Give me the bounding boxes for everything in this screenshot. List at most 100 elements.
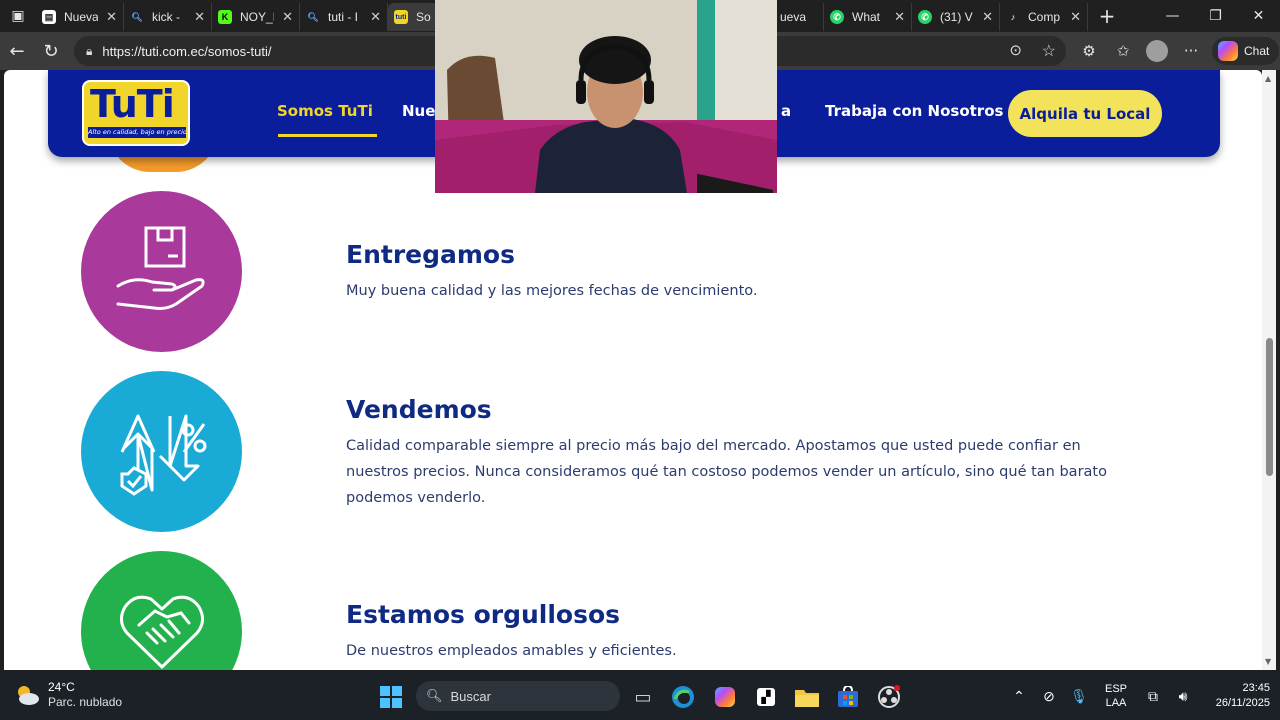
network-icon[interactable]: ⧉ xyxy=(1138,688,1168,705)
tab-2[interactable]: 🔍︎ kick - ✕ xyxy=(124,3,212,31)
notes-app-icon[interactable]: ▞ xyxy=(749,680,783,714)
entregamos-circle xyxy=(81,191,242,352)
profile-icon[interactable] xyxy=(1140,35,1174,67)
page-scrollbar[interactable]: ▲ ▼ xyxy=(1262,70,1276,670)
vendemos-circle xyxy=(81,371,242,532)
copilot-chat-button[interactable]: Chat xyxy=(1212,37,1280,65)
close-icon[interactable]: ✕ xyxy=(106,9,117,25)
favorite-star-icon[interactable]: ☆ xyxy=(1042,41,1056,61)
scroll-down-icon[interactable]: ▼ xyxy=(1265,657,1271,666)
alquila-tu-local-button[interactable]: Alquila tu Local xyxy=(1008,90,1162,137)
tab-6[interactable]: ueva xyxy=(774,3,824,31)
extensions-icon[interactable]: ⚙ xyxy=(1072,35,1106,67)
favorites-icon[interactable]: ✩ xyxy=(1106,35,1140,67)
tab-1[interactable]: ▤ Nueva ✕ xyxy=(36,3,124,31)
copilot-label: Chat xyxy=(1244,44,1270,58)
nav-somos-tuti[interactable]: Somos TuTi xyxy=(277,102,373,120)
tab-7[interactable]: ✆ What ✕ xyxy=(824,3,912,31)
tab-9[interactable]: ♪ Comp ✕ xyxy=(1000,3,1088,31)
tab-4[interactable]: 🔍︎ tuti - I ✕ xyxy=(300,3,388,31)
orgullosos-text: De nuestros empleados amables y eficient… xyxy=(346,643,677,659)
price-arrows-icon xyxy=(120,414,206,496)
window-controls: — ❐ ✕ xyxy=(1151,0,1280,32)
obs-app-icon[interactable] xyxy=(872,680,906,714)
minimize-icon[interactable]: — xyxy=(1151,0,1194,32)
lock-icon[interactable]: 🔒︎ xyxy=(86,44,92,59)
vendemos-text: Calidad comparable siempre al precio más… xyxy=(346,438,1107,506)
tab-title: tuti - I xyxy=(328,10,359,24)
new-tab-button[interactable]: + xyxy=(1092,2,1122,30)
scrollbar-thumb[interactable] xyxy=(1266,338,1273,476)
whatsapp-icon: ✆ xyxy=(918,10,932,24)
orgullosos-title: Estamos orgullosos xyxy=(346,600,621,629)
close-icon[interactable]: ✕ xyxy=(194,9,205,25)
entregamos-title: Entregamos xyxy=(346,240,515,269)
copilot-app-icon[interactable] xyxy=(708,680,742,714)
clock[interactable]: 23:45 26/11/2025 xyxy=(1198,681,1270,711)
tab-title: NOY_I xyxy=(240,10,275,24)
browser-window: ▣ ▤ Nueva ✕ 🔍︎ kick - ✕ K NOY_I ✕ 🔍︎ tut… xyxy=(0,0,1280,720)
nav-hidden-item[interactable]: a xyxy=(781,102,791,120)
language-indicator[interactable]: ESP LAA xyxy=(1094,682,1138,710)
keyboard-layout: LAA xyxy=(1105,697,1127,709)
back-arrow-icon[interactable]: ← xyxy=(0,35,34,67)
tab-title: (31) V xyxy=(940,10,973,24)
file-explorer-icon[interactable] xyxy=(790,680,824,714)
tab-title: kick - xyxy=(152,10,180,24)
language-code: ESP xyxy=(1104,683,1127,695)
avatar xyxy=(1146,40,1168,62)
tuti-favicon: tuti xyxy=(394,10,408,24)
weather-temp: 24°C xyxy=(48,680,75,694)
search-icon: 🔍︎ xyxy=(131,11,143,22)
tab-actions-icon[interactable]: ▣ xyxy=(0,0,36,32)
url-text: https://tuti.com.ec/somos-tuti/ xyxy=(102,43,272,59)
close-window-icon[interactable]: ✕ xyxy=(1237,0,1280,32)
toolbar-right: ⚙ ✩ ··· Chat xyxy=(1072,32,1280,70)
tab-8[interactable]: ✆ (31) V ✕ xyxy=(912,3,1000,31)
microphone-icon[interactable]: 🎙︎ xyxy=(1064,688,1094,705)
close-icon[interactable]: ✕ xyxy=(982,9,993,25)
tab-title: ueva xyxy=(780,10,807,24)
reload-icon[interactable]: ↻ xyxy=(34,35,68,67)
partly-cloudy-icon xyxy=(14,684,40,706)
task-view-icon[interactable]: ▭ xyxy=(626,680,660,714)
tab-3[interactable]: K NOY_I ✕ xyxy=(212,3,300,31)
whatsapp-icon: ✆ xyxy=(830,10,844,24)
clock-date: 26/11/2025 xyxy=(1215,697,1270,709)
vendemos-title: Vendemos xyxy=(346,395,492,424)
logo-word: TuTi xyxy=(90,82,175,126)
kick-icon: K xyxy=(218,10,232,24)
weather-condition: Parc. nublado xyxy=(48,695,123,709)
tab-title: Comp xyxy=(1028,10,1061,24)
tab-title: Nueva xyxy=(64,10,99,24)
edge-icon[interactable] xyxy=(666,680,700,714)
windows-taskbar: 24°C Parc. nublado 🔍︎ Buscar ▭ ▞ ⌃ ⊘ 🎙︎ … xyxy=(0,672,1280,720)
tiktok-icon: ♪ xyxy=(1010,12,1016,22)
entregamos-text: Muy buena calidad y las mejores fechas d… xyxy=(346,283,758,299)
restore-icon[interactable]: ❐ xyxy=(1194,0,1237,32)
weather-widget[interactable]: 24°C Parc. nublado xyxy=(14,680,122,710)
windows-start-icon[interactable] xyxy=(374,680,408,714)
more-menu-icon[interactable]: ··· xyxy=(1174,35,1208,67)
close-icon[interactable]: ✕ xyxy=(282,9,293,25)
chevron-up-icon[interactable]: ⌃ xyxy=(1004,688,1034,705)
scroll-up-icon[interactable]: ▲ xyxy=(1265,74,1271,83)
volume-icon[interactable]: 🔊︎ xyxy=(1168,688,1198,705)
system-tray: ⌃ ⊘ 🎙︎ ESP LAA ⧉ 🔊︎ 23:45 26/11/2025 xyxy=(1004,672,1280,720)
webcam-image xyxy=(435,0,777,193)
close-icon[interactable]: ✕ xyxy=(370,9,381,25)
tuti-logo[interactable]: TuTi Alto en calidad, bajo en precio. xyxy=(82,80,190,146)
camera-off-icon[interactable]: ⊘ xyxy=(1034,688,1064,705)
taskbar-search[interactable]: 🔍︎ Buscar xyxy=(416,681,620,711)
webcam-overlay xyxy=(435,0,777,193)
search-icon: 🔍︎ xyxy=(426,688,443,703)
reader-icon[interactable]: ⊙ xyxy=(1009,41,1022,59)
microsoft-store-icon[interactable] xyxy=(831,680,865,714)
newtab-icon: ▤ xyxy=(42,10,56,24)
orgullosos-circle xyxy=(81,551,242,670)
nav-active-underline xyxy=(278,134,377,137)
tab-title: What xyxy=(852,10,881,24)
nav-trabaja-con-nosotros[interactable]: Trabaja con Nosotros xyxy=(825,102,1003,120)
close-icon[interactable]: ✕ xyxy=(894,9,905,25)
close-icon[interactable]: ✕ xyxy=(1070,9,1081,25)
